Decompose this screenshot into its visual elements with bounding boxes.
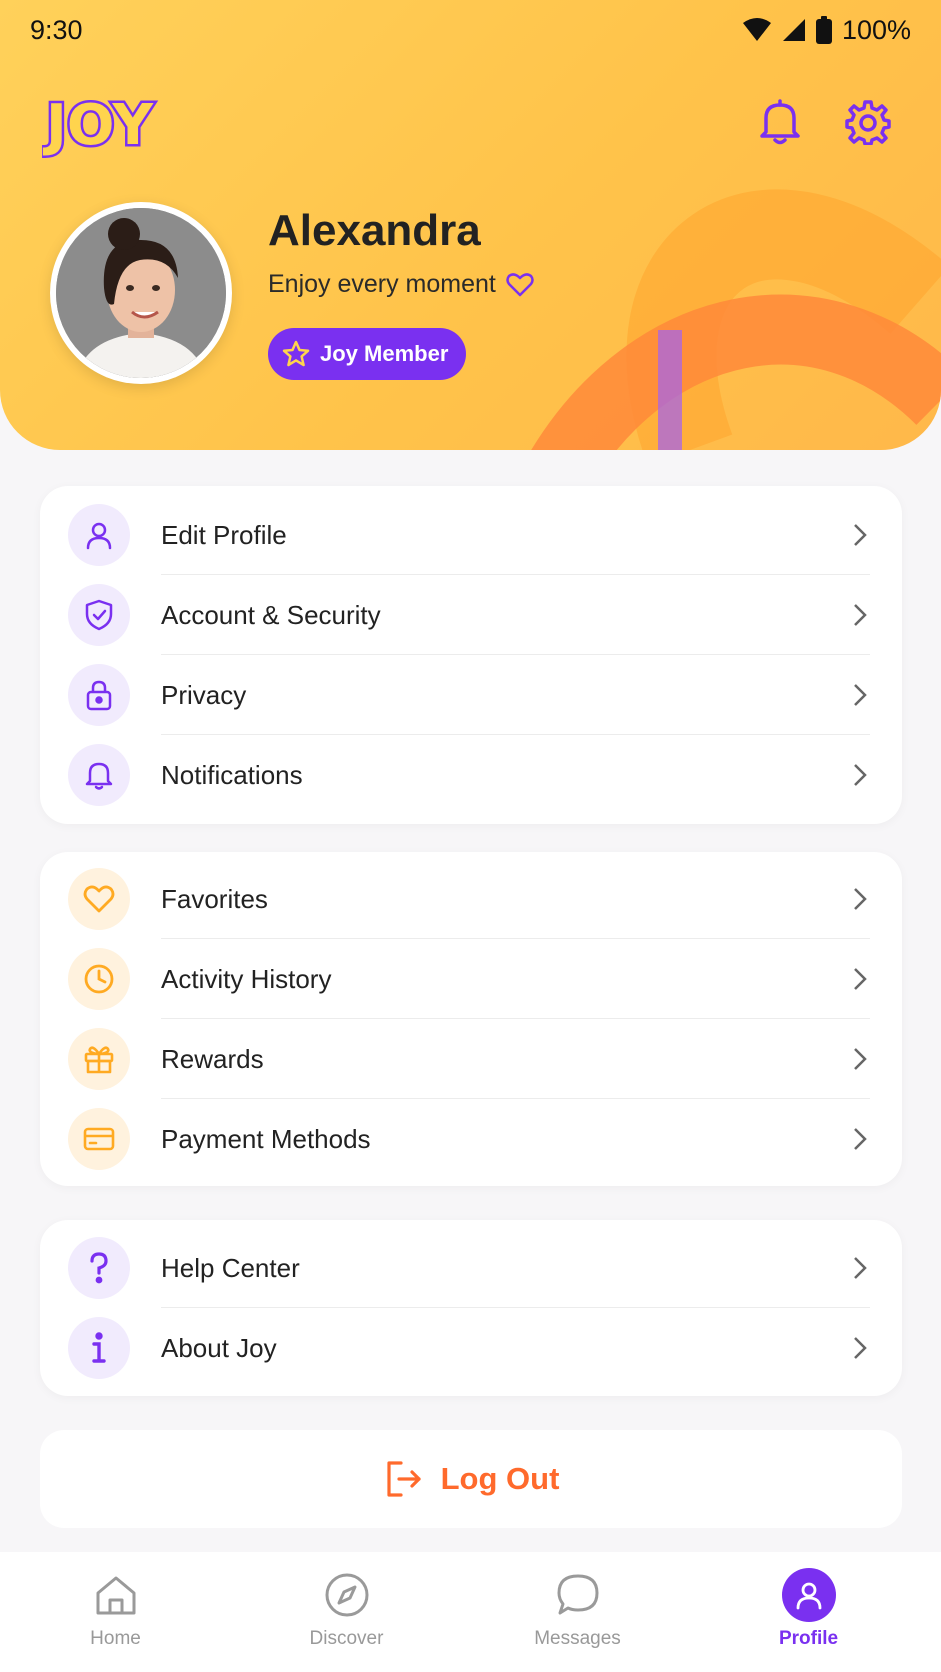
signal-icon [782, 19, 805, 41]
nav-home[interactable]: Home [0, 1552, 231, 1672]
nav-label: Home [90, 1628, 141, 1649]
bell-icon [68, 744, 130, 806]
menu-item-edit-profile[interactable]: Edit Profile [40, 495, 902, 575]
profile-name: Alexandra [268, 206, 481, 255]
menu-item-label: Rewards [161, 1043, 264, 1074]
activity-card: Favorites Activity History Rewards Payme… [40, 852, 902, 1186]
menu-item-notifications[interactable]: Notifications [40, 735, 902, 815]
chevron-right-icon [850, 520, 870, 550]
menu-item-label: Favorites [161, 883, 268, 914]
chevron-right-icon [850, 964, 870, 994]
menu-item-label: Help Center [161, 1252, 300, 1283]
wifi-icon [742, 18, 771, 41]
menu-item-privacy[interactable]: Privacy [40, 655, 902, 735]
logout-button[interactable]: Log Out [40, 1430, 902, 1528]
bell-icon[interactable] [754, 96, 806, 148]
logout-icon [386, 1461, 421, 1497]
status-time: 9:30 [30, 14, 83, 45]
battery-percent: 100% [841, 14, 911, 45]
gear-icon[interactable] [842, 96, 894, 148]
avatar-photo [56, 208, 226, 378]
clock-icon [68, 948, 130, 1010]
compass-icon [320, 1568, 374, 1622]
joy-logo[interactable]: JOY [42, 88, 172, 159]
nav-label: Messages [534, 1628, 621, 1649]
menu-item-help-center[interactable]: Help Center [40, 1228, 902, 1308]
chevron-right-icon [850, 1124, 870, 1154]
profile-icon [781, 1568, 836, 1622]
menu-item-label: Privacy [161, 679, 247, 710]
heart-icon [506, 272, 534, 296]
nav-messages[interactable]: Messages [462, 1552, 693, 1672]
nav-profile[interactable]: Profile [693, 1552, 924, 1672]
svg-text:JOY: JOY [42, 93, 154, 158]
nav-label: Profile [778, 1628, 839, 1649]
info-icon [68, 1317, 130, 1379]
avatar[interactable] [50, 202, 232, 384]
menu-item-label: Edit Profile [161, 519, 287, 550]
gift-icon [68, 1028, 130, 1090]
question-icon [68, 1237, 130, 1299]
chevron-right-icon [850, 680, 870, 710]
user-icon [68, 504, 130, 566]
shield-icon [68, 584, 130, 646]
chevron-right-icon [850, 1044, 870, 1074]
nav-discover[interactable]: Discover [231, 1552, 462, 1672]
status-bar: 9:30 100% [0, 0, 941, 60]
chevron-right-icon [850, 1253, 870, 1283]
lock-icon [68, 664, 130, 726]
menu-item-label: About Joy [161, 1332, 277, 1363]
chat-icon [551, 1568, 605, 1622]
battery-icon [815, 16, 832, 44]
star-icon [282, 340, 310, 367]
badge-label: Joy Member [320, 341, 449, 366]
bottom-nav: Home Discover Messages Profile [0, 1552, 941, 1672]
logout-label: Log Out [440, 1461, 560, 1496]
support-card: Help Center About Joy [40, 1220, 902, 1396]
heart-icon [68, 868, 130, 930]
menu-item-activity-history[interactable]: Activity History [40, 939, 902, 1019]
menu-item-account-security[interactable]: Account & Security [40, 575, 902, 655]
menu-item-label: Account & Security [161, 599, 381, 630]
membership-badge[interactable]: Joy Member [268, 328, 467, 380]
account-settings-card: Edit Profile Account & Security Privacy … [40, 486, 902, 824]
menu-item-payment-methods[interactable]: Payment Methods [40, 1099, 902, 1179]
chevron-right-icon [850, 760, 870, 790]
menu-item-about-joy[interactable]: About Joy [40, 1308, 902, 1388]
tagline-text: Enjoy every moment [268, 270, 496, 298]
menu-item-label: Notifications [161, 759, 303, 790]
menu-item-label: Payment Methods [161, 1123, 371, 1154]
nav-label: Discover [309, 1628, 384, 1649]
chevron-right-icon [850, 884, 870, 914]
profile-tagline: Enjoy every moment [268, 270, 534, 299]
chevron-right-icon [850, 600, 870, 630]
menu-item-label: Activity History [161, 963, 332, 994]
profile-header: 9:30 100% JOY Alexandra Enjoy every mome… [0, 0, 941, 450]
chevron-right-icon [850, 1333, 870, 1363]
home-icon [89, 1568, 143, 1622]
card-icon [68, 1108, 130, 1170]
menu-item-favorites[interactable]: Favorites [40, 859, 902, 939]
menu-item-rewards[interactable]: Rewards [40, 1019, 902, 1099]
